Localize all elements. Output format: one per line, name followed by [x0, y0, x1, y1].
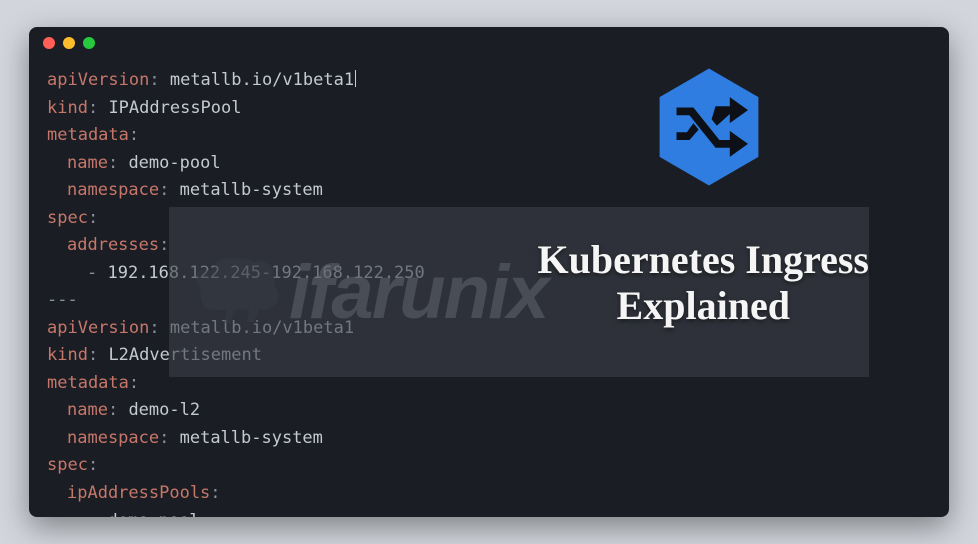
yaml-line: ipAddressPools:: [47, 480, 931, 508]
cursor-icon: [355, 70, 356, 87]
yaml-key: namespace: [67, 180, 159, 200]
title-line-2: Explained: [538, 283, 869, 329]
yaml-line: metadata:: [47, 122, 931, 150]
yaml-value: metallb.io/v1beta1: [170, 70, 354, 90]
yaml-key: apiVersion: [47, 318, 149, 338]
yaml-line: kind: IPAddressPool: [47, 95, 931, 123]
yaml-key: metadata: [47, 125, 129, 145]
yaml-value: metallb-system: [180, 428, 323, 448]
yaml-line: namespace: metallb-system: [47, 177, 931, 205]
yaml-value: IPAddressPool: [108, 98, 241, 118]
yaml-line: namespace: metallb-system: [47, 425, 931, 453]
titlebar: [29, 27, 949, 59]
yaml-key: addresses: [67, 235, 159, 255]
title-overlay: Kubernetes Ingress Explained: [538, 237, 869, 329]
yaml-key: namespace: [67, 428, 159, 448]
yaml-value: demo-l2: [128, 400, 200, 420]
yaml-key: kind: [47, 345, 88, 365]
yaml-value: demo-pool: [107, 511, 199, 518]
yaml-key: name: [67, 153, 108, 173]
yaml-line: name: demo-pool: [47, 150, 931, 178]
yaml-line: apiVersion: metallb.io/v1beta1: [47, 67, 931, 95]
close-icon[interactable]: [43, 37, 55, 49]
yaml-key: apiVersion: [47, 70, 149, 90]
rhino-icon: [189, 247, 289, 337]
yaml-value: metallb-system: [180, 180, 323, 200]
title-line-1: Kubernetes Ingress: [538, 237, 869, 283]
yaml-key: ipAddressPools: [67, 483, 210, 503]
yaml-line: spec:: [47, 452, 931, 480]
yaml-line: - demo-pool: [47, 508, 931, 518]
terminal-window: apiVersion: metallb.io/v1beta1 kind: IPA…: [29, 27, 949, 517]
minimize-icon[interactable]: [63, 37, 75, 49]
yaml-key: name: [67, 400, 108, 420]
yaml-key: kind: [47, 98, 88, 118]
yaml-key: spec: [47, 208, 88, 228]
shuffle-icon: [644, 62, 774, 192]
yaml-value: demo-pool: [128, 153, 220, 173]
maximize-icon[interactable]: [83, 37, 95, 49]
watermark-text: ifarunix: [289, 249, 548, 336]
yaml-key: metadata: [47, 373, 129, 393]
yaml-key: spec: [47, 455, 88, 475]
yaml-line: name: demo-l2: [47, 397, 931, 425]
